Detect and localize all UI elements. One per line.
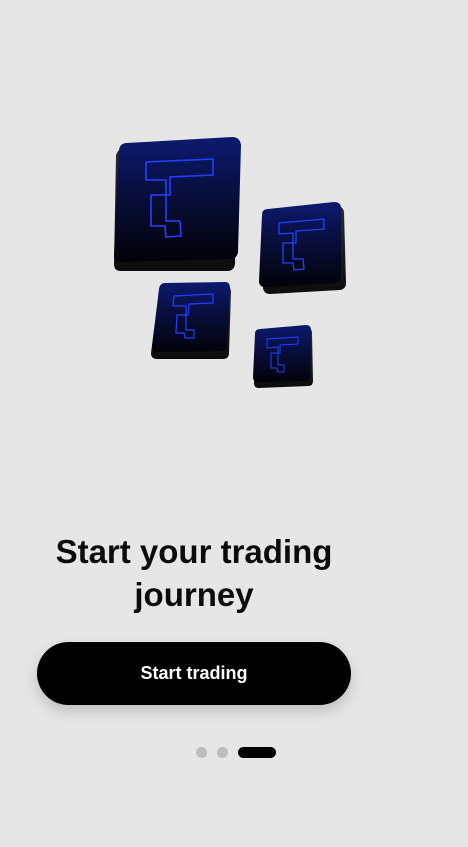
start-trading-button[interactable]: Start trading xyxy=(37,642,351,705)
page-dot-1[interactable] xyxy=(196,746,207,758)
logo-tiles-illustration xyxy=(114,137,346,388)
logo-tile-icon xyxy=(114,137,241,271)
logo-tile-icon xyxy=(259,202,346,294)
page-indicator xyxy=(196,746,276,758)
onboarding-headline: Start your trading journey xyxy=(55,533,333,613)
page-dot-2[interactable] xyxy=(217,746,228,758)
page-dot-3-active[interactable] xyxy=(238,746,276,758)
logo-tile-icon xyxy=(151,282,231,359)
onboarding-screen: Start your trading journey Start trading xyxy=(0,0,468,847)
logo-tile-icon xyxy=(253,325,313,388)
